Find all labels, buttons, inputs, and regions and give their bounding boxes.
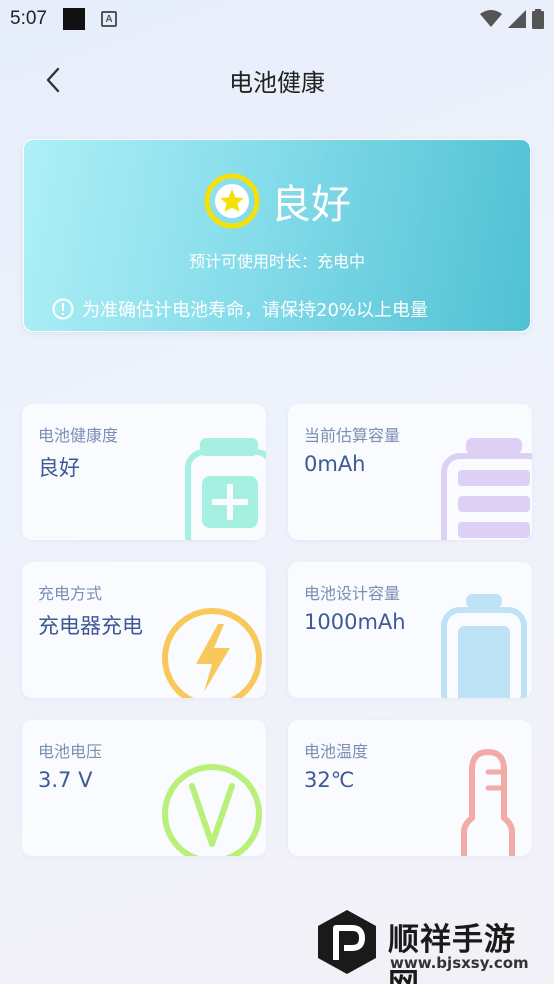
battery-full-icon — [441, 594, 527, 698]
status-time: 5:07 — [10, 8, 47, 29]
card-battery-temperature: 电池温度 32℃ — [288, 720, 532, 856]
card-value: 3.7 V — [38, 768, 93, 792]
p-logo-icon — [318, 910, 376, 974]
battery-status-banner: 良好 预计可使用时长：充电中 为准确估计电池寿命，请保持20%以上电量 — [23, 139, 531, 332]
status-bar: 5:07 A — [0, 0, 554, 38]
battery-plus-icon — [185, 438, 266, 540]
card-value: 1000mAh — [304, 610, 406, 634]
watermark: 顺祥手游网 www.bjsxsy.com — [316, 908, 546, 984]
lightning-circle-icon — [162, 608, 262, 698]
voltage-v-icon — [162, 764, 262, 856]
hero-status: 良好 — [24, 172, 530, 230]
battery-levels-icon — [441, 438, 532, 540]
page-title: 电池健康 — [229, 69, 325, 97]
card-value: 充电器充电 — [38, 614, 143, 638]
info-circle-icon — [52, 298, 74, 320]
battery-tip: 为准确估计电池寿命，请保持20%以上电量 — [52, 296, 428, 322]
card-label: 当前估算容量 — [304, 426, 401, 445]
card-current-capacity: 当前估算容量 0mAh — [288, 404, 532, 540]
wifi-icon — [480, 10, 502, 27]
card-design-capacity: 电池设计容量 1000mAh — [288, 562, 532, 698]
card-label: 电池设计容量 — [304, 584, 401, 603]
card-battery-voltage: 电池电压 3.7 V — [22, 720, 266, 856]
card-label: 电池温度 — [304, 742, 369, 761]
estimated-usage-text: 预计可使用时长：充电中 — [188, 252, 365, 271]
battery-tip-text: 为准确估计电池寿命，请保持20%以上电量 — [82, 300, 429, 321]
card-battery-health: 电池健康度 良好 — [22, 404, 266, 540]
card-label: 电池电压 — [38, 742, 103, 761]
card-value: 32℃ — [304, 768, 355, 792]
status-right-icons — [480, 9, 544, 29]
card-label: 电池健康度 — [38, 426, 119, 445]
card-charging-method: 充电方式 充电器充电 — [22, 562, 266, 698]
hero-status-text: 良好 — [271, 182, 351, 228]
watermark-url: www.bjsxsy.com — [390, 954, 529, 972]
cell-signal-icon — [508, 10, 526, 28]
card-label: 充电方式 — [38, 584, 103, 603]
watermark-name: 顺祥手游网 — [388, 922, 516, 984]
notification-square-icon — [62, 8, 85, 30]
card-value: 良好 — [38, 456, 80, 480]
battery-icon — [532, 9, 544, 29]
star-badge-icon — [204, 173, 260, 229]
thermometer-icon — [461, 749, 515, 856]
top-nav: 电池健康 — [0, 55, 554, 103]
a-badge-icon: A — [100, 11, 117, 27]
card-value: 0mAh — [304, 452, 366, 476]
